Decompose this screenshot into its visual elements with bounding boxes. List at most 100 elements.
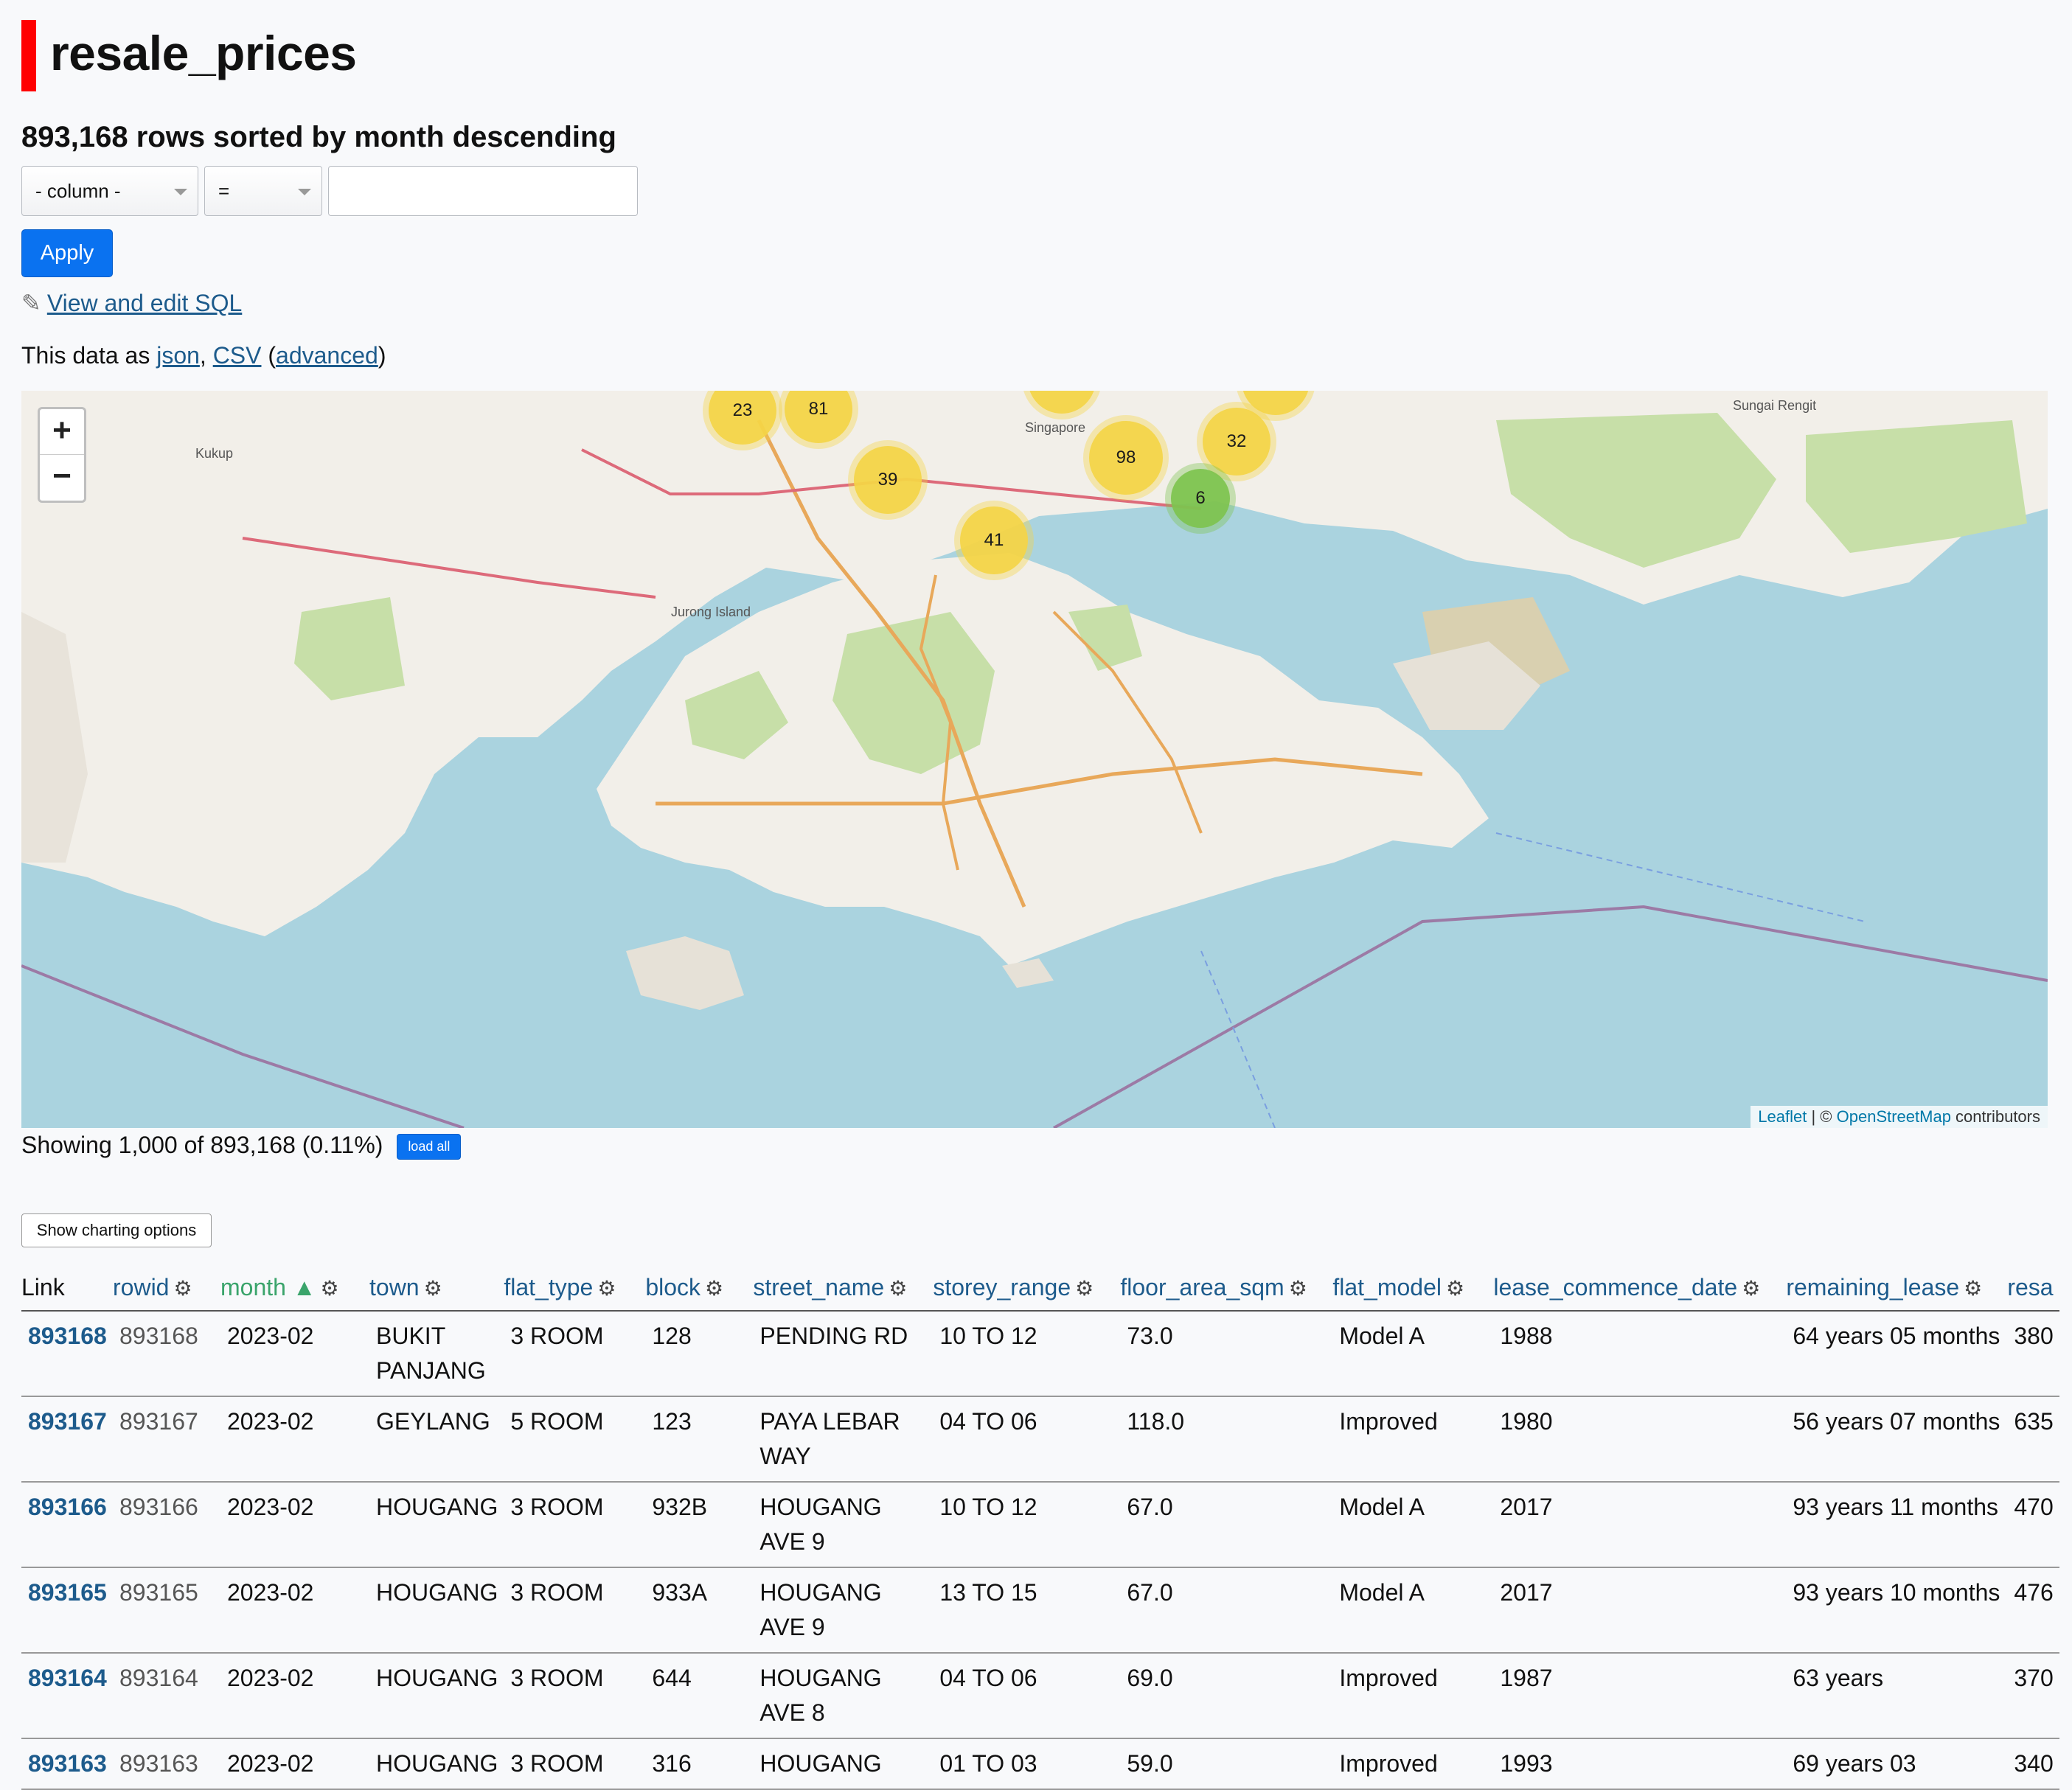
- chevron-down-icon: [298, 189, 311, 195]
- gear-icon[interactable]: ⚙: [889, 1277, 907, 1300]
- table-row: 893163 893163 2023-02 HOUGANG 3 ROOM 316 HOUGA…: [21, 1738, 2059, 1790]
- table-cell: HOUGANG: [369, 1738, 504, 1790]
- row-link[interactable]: 893168: [21, 1311, 113, 1397]
- leaflet-link[interactable]: Leaflet: [1758, 1107, 1807, 1126]
- map-cluster-marker[interactable]: 39: [854, 446, 922, 514]
- load-all-button[interactable]: load all: [397, 1134, 462, 1160]
- chevron-down-icon: [174, 189, 187, 195]
- table-cell: 10 TO 12: [933, 1311, 1121, 1397]
- table-cell: 2023-02: [220, 1482, 369, 1568]
- column-header[interactable]: floor_area_sqm ⚙: [1120, 1268, 1333, 1312]
- row-link[interactable]: 893167: [21, 1396, 113, 1483]
- table-cell: HOUGANG AVE 8: [753, 1653, 934, 1739]
- column-header[interactable]: flat_model ⚙: [1332, 1268, 1494, 1312]
- map-tiles[interactable]: [21, 391, 2048, 1128]
- table-cell: 10 TO 12: [933, 1482, 1121, 1568]
- table-cell: Model A: [1332, 1482, 1494, 1568]
- gear-icon[interactable]: ⚙: [173, 1277, 192, 1300]
- map[interactable]: 891257210013171922381329839641 Johor Bah…: [21, 391, 2048, 1128]
- gear-icon[interactable]: ⚙: [1446, 1277, 1464, 1300]
- map-cluster-marker[interactable]: 41: [960, 506, 1028, 574]
- map-cluster-marker[interactable]: 98: [1089, 421, 1163, 495]
- table-cell: 64 years 05 months: [1786, 1311, 2008, 1397]
- map-attribution: Leaflet | © OpenStreetMap contributors: [1751, 1106, 2048, 1128]
- column-header[interactable]: resa: [2007, 1268, 2059, 1312]
- table-cell: HOUGANG: [753, 1738, 934, 1790]
- pencil-icon: ✎: [21, 290, 41, 316]
- table-cell: GEYLANG: [369, 1396, 504, 1483]
- column-header[interactable]: flat_type ⚙: [504, 1268, 646, 1312]
- show-charting-options-button[interactable]: Show charting options: [21, 1213, 212, 1247]
- export-paren-close: ): [378, 342, 386, 369]
- column-header[interactable]: rowid ⚙: [113, 1268, 220, 1312]
- column-header[interactable]: remaining_lease ⚙: [1786, 1268, 2008, 1312]
- map-cluster-marker[interactable]: 32: [1203, 408, 1270, 476]
- table-cell: 3 ROOM: [504, 1311, 646, 1397]
- json-link[interactable]: json: [156, 342, 200, 369]
- table-cell: 3 ROOM: [504, 1738, 646, 1790]
- row-link[interactable]: 893166: [21, 1482, 113, 1568]
- table-row: 893168 893168 2023-02 BUKIT PANJANG 3 ROOM 12…: [21, 1311, 2059, 1397]
- map-cluster-marker[interactable]: 6: [1171, 469, 1230, 528]
- attribution-suffix: contributors: [1950, 1107, 2040, 1126]
- zoom-in-button[interactable]: +: [40, 409, 84, 455]
- table-cell: 04 TO 06: [933, 1653, 1121, 1739]
- map-place-label: Kukup: [195, 446, 234, 461]
- zoom-control: + −: [38, 407, 86, 503]
- table-cell: HOUGANG: [369, 1482, 504, 1568]
- column-header-label: floor_area_sqm: [1120, 1274, 1284, 1300]
- table-cell: 470: [2007, 1482, 2059, 1568]
- showing-summary: Showing 1,000 of 893,168 (0.11%) load al…: [21, 1132, 462, 1160]
- zoom-out-button[interactable]: −: [40, 455, 84, 500]
- view-edit-sql-link[interactable]: View and edit SQL: [47, 290, 242, 316]
- gear-icon[interactable]: ⚙: [597, 1277, 616, 1300]
- gear-icon[interactable]: ⚙: [424, 1277, 442, 1300]
- filter-value-input[interactable]: [328, 166, 638, 216]
- table-cell: 13 TO 15: [933, 1567, 1121, 1654]
- table-cell: 380: [2007, 1311, 2059, 1397]
- table-cell: BUKIT PANJANG: [369, 1311, 504, 1397]
- osm-link[interactable]: OpenStreetMap: [1837, 1107, 1951, 1126]
- table-cell: 1980: [1493, 1396, 1787, 1483]
- column-header-label: flat_model: [1332, 1274, 1442, 1300]
- row-link[interactable]: 893163: [21, 1738, 113, 1790]
- table-body: 893168 893168 2023-02 BUKIT PANJANG 3 ROOM 12…: [21, 1311, 2059, 1790]
- csv-link[interactable]: CSV: [213, 342, 262, 369]
- column-header[interactable]: block ⚙: [645, 1268, 754, 1312]
- map-cluster-count: 32: [1226, 431, 1247, 451]
- apply-button[interactable]: Apply: [21, 229, 113, 277]
- operator-select[interactable]: =: [204, 166, 322, 216]
- table-cell: 2017: [1493, 1567, 1787, 1654]
- row-link[interactable]: 893165: [21, 1567, 113, 1654]
- table-cell: 04 TO 06: [933, 1396, 1121, 1483]
- column-header-label: town: [369, 1274, 420, 1300]
- table-cell: 67.0: [1120, 1567, 1333, 1654]
- table-cell: 123: [645, 1396, 754, 1483]
- column-header-label: flat_type: [504, 1274, 594, 1300]
- gear-icon[interactable]: ⚙: [1075, 1277, 1094, 1300]
- gear-icon[interactable]: ⚙: [1289, 1277, 1307, 1300]
- column-header[interactable]: town ⚙: [369, 1268, 504, 1312]
- gear-icon[interactable]: ⚙: [321, 1277, 339, 1300]
- map-place-label: Singapore: [1025, 420, 1086, 435]
- row-link[interactable]: 893164: [21, 1653, 113, 1739]
- advanced-link[interactable]: advanced: [276, 342, 378, 369]
- table-cell: 893167: [113, 1396, 220, 1483]
- column-header[interactable]: storey_range ⚙: [933, 1268, 1121, 1312]
- column-header[interactable]: month ▲ ⚙: [220, 1268, 369, 1312]
- gear-icon[interactable]: ⚙: [1964, 1277, 1982, 1300]
- gear-icon[interactable]: ⚙: [705, 1277, 723, 1300]
- column-header[interactable]: street_name ⚙: [753, 1268, 934, 1312]
- column-select[interactable]: - column -: [21, 166, 198, 216]
- table-cell: PAYA LEBAR WAY: [753, 1396, 934, 1483]
- column-header[interactable]: lease_commence_date ⚙: [1493, 1268, 1787, 1312]
- table-cell: 635: [2007, 1396, 2059, 1483]
- table-cell: Improved: [1332, 1653, 1494, 1739]
- table-cell: Model A: [1332, 1567, 1494, 1654]
- column-header-label: lease_commence_date: [1493, 1274, 1738, 1300]
- view-edit-sql-link-row: ✎ View and edit SQL: [21, 289, 242, 317]
- gear-icon[interactable]: ⚙: [1742, 1277, 1760, 1300]
- table-cell: 2023-02: [220, 1567, 369, 1654]
- table-cell: 893166: [113, 1482, 220, 1568]
- export-links: This data as json, CSV (advanced): [21, 342, 386, 369]
